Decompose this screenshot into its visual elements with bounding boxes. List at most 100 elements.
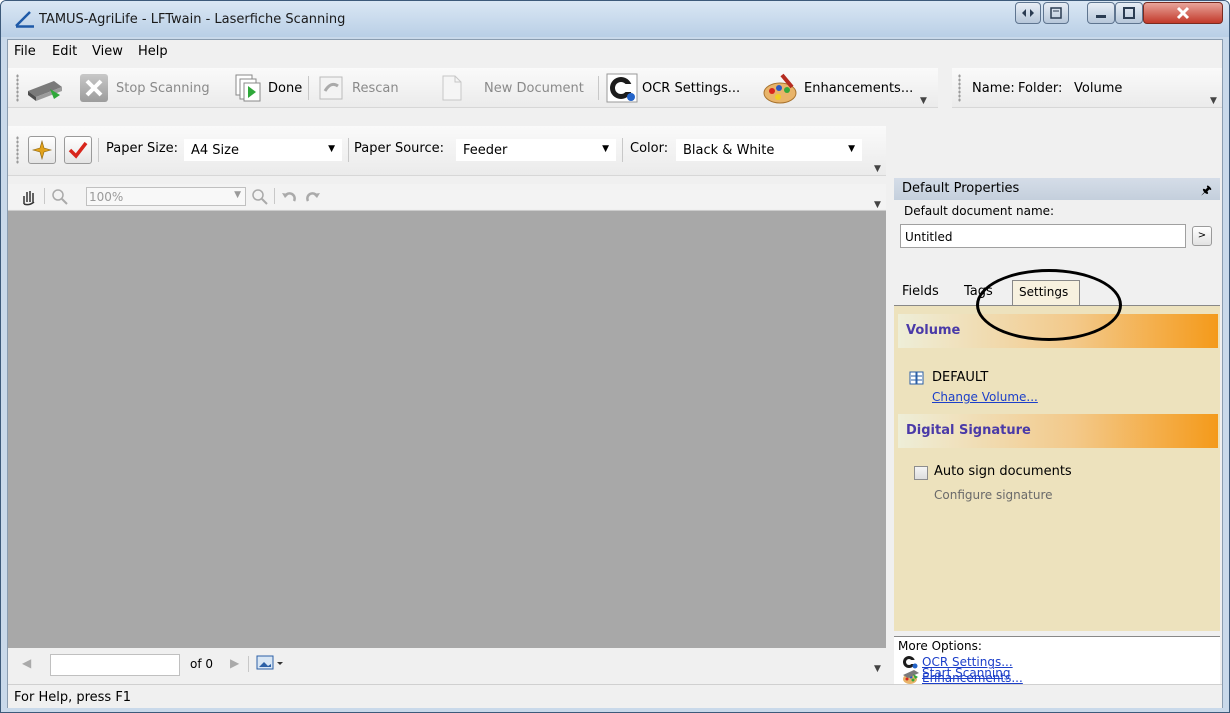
menu-view[interactable]: View — [92, 44, 123, 59]
default-document-name-input[interactable]: Untitled — [900, 224, 1186, 248]
dropdown-arrow-icon: ▼ — [602, 144, 609, 154]
more-options-label: More Options: — [898, 639, 982, 653]
folder-label: Folder: — [1018, 81, 1063, 96]
app-window: TAMUS-AgriLife - LFTwain - Laserfiche Sc… — [0, 0, 1230, 713]
rescan-button[interactable]: Rescan — [352, 81, 399, 96]
toolbar-overflow-chevron[interactable]: ▼ — [874, 200, 881, 210]
toolbar-overflow-chevron[interactable]: ▼ — [920, 96, 927, 106]
page-number-input[interactable] — [50, 654, 180, 676]
panel-title: Default Properties — [902, 181, 1020, 196]
menu-file[interactable]: File — [14, 44, 36, 59]
document-viewer[interactable] — [8, 210, 886, 648]
enhancements-icon[interactable] — [762, 73, 798, 105]
name-label: Name: — [972, 81, 1015, 96]
toolbar-separator — [98, 138, 99, 162]
toolbar-separator — [44, 188, 45, 204]
zoom-combo[interactable]: 100% ▼ — [86, 187, 246, 206]
rescan-icon[interactable] — [318, 75, 344, 101]
title-bar[interactable]: TAMUS-AgriLife - LFTwain - Laserfiche Sc… — [1, 1, 1229, 37]
client-area: File Edit View Help Stop Scanning Done R… — [7, 39, 1223, 708]
new-document-button[interactable]: New Document — [484, 81, 584, 96]
color-label: Color: — [630, 141, 669, 156]
page-navigator: ◀ of 0 ▶ ▼ — [8, 648, 886, 678]
color-select[interactable]: Black & White ▼ — [676, 139, 862, 161]
start-scanning-icon — [903, 670, 919, 679]
stop-scanning-icon[interactable] — [80, 74, 108, 102]
toolbar-separator — [622, 138, 623, 162]
toolbar-grip[interactable] — [958, 74, 961, 102]
rotate-right-icon[interactable] — [302, 187, 322, 207]
toolbar-overflow-chevron[interactable]: ▼ — [1210, 96, 1217, 106]
wand-sparkle-icon — [31, 139, 53, 161]
name-toolbar: Name: Folder: Volume ▼ — [952, 68, 1222, 108]
volume-icon — [909, 371, 924, 385]
minimize-button[interactable] — [1087, 2, 1115, 24]
toolbar-overflow-chevron[interactable]: ▼ — [874, 164, 881, 174]
status-bar: For Help, press F1 — [8, 684, 1222, 708]
toolbar-separator — [248, 656, 249, 672]
paper-size-select[interactable]: A4 Size ▼ — [184, 139, 342, 161]
toolbar-separator — [348, 138, 349, 162]
window-icon — [1050, 7, 1062, 19]
toolbar-separator — [598, 76, 599, 100]
digital-signature-section-header: Digital Signature — [898, 414, 1218, 448]
start-scanning-link[interactable]: Start Scanning — [922, 666, 1010, 680]
paper-source-select[interactable]: Feeder ▼ — [456, 139, 616, 161]
menu-edit[interactable]: Edit — [52, 44, 77, 59]
status-text: For Help, press F1 — [14, 690, 132, 705]
rotate-left-icon[interactable] — [280, 187, 300, 207]
ocr-settings-icon[interactable] — [606, 73, 638, 103]
zoom-in-icon[interactable] — [250, 187, 270, 207]
scanner-icon[interactable] — [24, 73, 66, 103]
auto-sign-checkbox[interactable] — [914, 466, 928, 480]
change-volume-link[interactable]: Change Volume... — [932, 390, 1038, 404]
digital-signature-section-title: Digital Signature — [906, 423, 1031, 438]
ocr-settings-button[interactable]: OCR Settings... — [642, 81, 740, 96]
laserfiche-logo-icon — [15, 11, 34, 28]
paper-size-label: Paper Size: — [106, 141, 179, 156]
new-document-icon[interactable] — [440, 74, 464, 102]
minimize-icon — [1096, 15, 1106, 18]
menu-help[interactable]: Help — [138, 44, 168, 59]
tab-fields[interactable]: Fields — [902, 284, 939, 299]
done-button[interactable]: Done — [268, 81, 302, 96]
x-icon — [85, 79, 103, 97]
zoom-out-icon[interactable] — [50, 187, 70, 207]
browse-name-button[interactable]: > — [1192, 226, 1212, 246]
previous-page-icon[interactable]: ◀ — [22, 656, 31, 670]
dropdown-arrow-icon: ▼ — [328, 144, 335, 154]
maximize-button[interactable] — [1115, 2, 1143, 24]
panel-header: Default Properties 🖈 — [894, 178, 1220, 200]
toolbar-grip[interactable] — [16, 136, 19, 164]
toolbar-overflow-chevron[interactable]: ▼ — [874, 664, 881, 674]
close-button[interactable] — [1143, 2, 1223, 24]
page-count: of 0 — [190, 657, 214, 671]
settings-wizard-button[interactable] — [28, 136, 56, 164]
toolbar-grip[interactable] — [16, 74, 19, 102]
paper-source-label: Paper Source: — [354, 141, 444, 156]
auto-sign-label[interactable]: Auto sign documents — [934, 464, 1072, 479]
configure-signature-link: Configure signature — [934, 488, 1053, 502]
enhancements-button[interactable]: Enhancements... — [804, 81, 913, 96]
next-page-icon[interactable]: ▶ — [230, 656, 239, 670]
paper-source-value: Feeder — [463, 143, 508, 158]
scan-options-toolbar: Paper Size: A4 Size ▼ Paper Source: Feed… — [8, 126, 886, 176]
pin-icon[interactable]: 🖈 — [1201, 181, 1212, 202]
volume-label: Volume — [1074, 81, 1123, 96]
thumbnail-view-icon[interactable] — [256, 654, 286, 672]
restore-nav-button[interactable] — [1015, 2, 1041, 24]
hand-pan-icon[interactable] — [20, 188, 38, 206]
stop-scanning-button[interactable]: Stop Scanning — [116, 81, 210, 96]
check-settings-button[interactable] — [64, 136, 92, 164]
default-document-name-label: Default document name: — [904, 204, 1055, 218]
zoom-value: 100% — [89, 190, 124, 204]
maximize-icon — [1123, 7, 1135, 19]
done-icon[interactable] — [234, 73, 264, 103]
settings-tab-highlight-annotation — [976, 269, 1122, 341]
toggle-view-button[interactable] — [1043, 2, 1069, 24]
dropdown-arrow-icon: ▼ — [848, 144, 855, 154]
dropdown-arrow-icon: ▼ — [234, 190, 241, 200]
viewer-toolbar: 100% ▼ ▼ — [8, 184, 886, 210]
red-check-icon — [68, 141, 88, 159]
paper-size-value: A4 Size — [191, 143, 239, 158]
